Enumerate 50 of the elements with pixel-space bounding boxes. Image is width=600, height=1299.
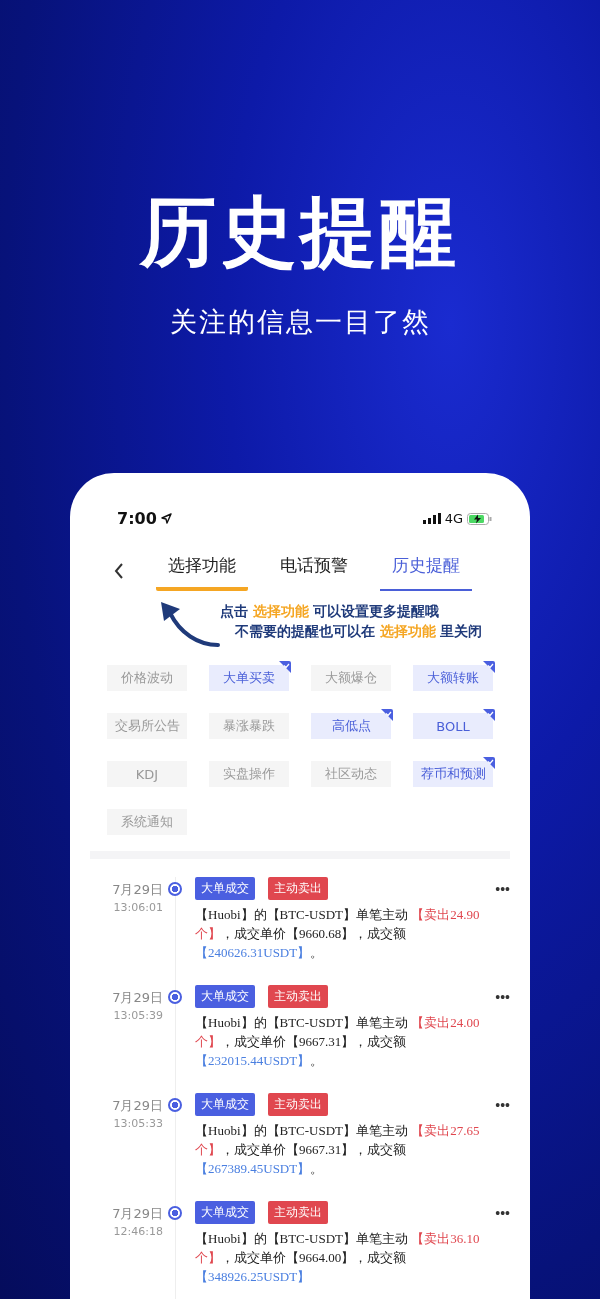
timeline-dot-icon bbox=[168, 1098, 182, 1112]
filter-chip[interactable]: 社区动态 bbox=[311, 761, 391, 787]
filter-chip[interactable]: 交易所公告 bbox=[107, 713, 187, 739]
alert-time: 12:46:18 bbox=[113, 1225, 163, 1238]
alert-time: 13:05:39 bbox=[113, 1009, 163, 1022]
alert-date: 7月29日 bbox=[112, 1205, 163, 1223]
tag: 大单成交 bbox=[195, 877, 255, 900]
hint-text: 点击 选择功能 可以设置更多提醒哦 bbox=[220, 602, 441, 621]
timeline-dot-icon bbox=[168, 990, 182, 1004]
more-button[interactable]: ••• bbox=[495, 1096, 510, 1113]
tag: 主动卖出 bbox=[268, 877, 328, 900]
more-button[interactable]: ••• bbox=[495, 988, 510, 1005]
tab[interactable]: 选择功能 bbox=[156, 550, 248, 591]
tag: 主动卖出 bbox=[268, 1093, 328, 1116]
filter-chip[interactable]: 实盘操作 bbox=[209, 761, 289, 787]
more-button[interactable]: ••• bbox=[495, 880, 510, 897]
timeline-dot-icon bbox=[168, 882, 182, 896]
tag: 主动卖出 bbox=[268, 1201, 328, 1224]
more-button[interactable]: ••• bbox=[495, 1204, 510, 1221]
tag: 主动卖出 bbox=[268, 985, 328, 1008]
timeline-dot-icon bbox=[168, 1206, 182, 1220]
filter-chip[interactable]: 大额爆仓 bbox=[311, 665, 391, 691]
alert-date: 7月29日 bbox=[112, 881, 163, 899]
alert-message: 【Huobi】的【BTC-USDT】单笔主动 【卖出24.90个】，成交单价【9660.68】，成交额 【240626.31USDT】。 bbox=[195, 906, 481, 962]
alert-time: 13:06:01 bbox=[113, 901, 163, 914]
alert-message: 【Huobi】的【BTC-USDT】单笔主动 【卖出27.65个】，成交单价【9667.31】，成交额 【267389.45USDT】。 bbox=[195, 1122, 481, 1178]
headline: 历史提醒 bbox=[140, 190, 460, 274]
network-label: 4G bbox=[444, 511, 463, 526]
battery-charging-icon bbox=[467, 512, 492, 525]
subtitle: 关注的信息一目了然 bbox=[169, 304, 431, 339]
tag: 大单成交 bbox=[195, 1201, 255, 1224]
tag: 大单成交 bbox=[195, 985, 255, 1008]
chevron-left-icon bbox=[114, 562, 124, 579]
filter-chip[interactable]: 系统通知 bbox=[107, 809, 187, 835]
filter-chip[interactable]: 价格波动 bbox=[107, 665, 187, 691]
tag: 大单成交 bbox=[195, 1093, 255, 1116]
alert-message: 【Huobi】的【BTC-USDT】单笔主动 【卖出24.00个】，成交单价【9667.31】，成交额 【232015.44USDT】。 bbox=[195, 1014, 481, 1070]
alert-date: 7月29日 bbox=[112, 989, 163, 1007]
status-time: 7:00 bbox=[117, 509, 157, 528]
filter-chip[interactable]: KDJ bbox=[107, 761, 187, 787]
tab[interactable]: 电话预警 bbox=[268, 550, 360, 591]
signal-icon bbox=[422, 513, 441, 524]
curved-arrow-icon bbox=[158, 599, 220, 649]
location-arrow-icon bbox=[160, 513, 172, 524]
alert-message: 【Huobi】的【BTC-USDT】单笔主动 【卖出36.10个】，成交单价【9664.00】，成交额 【348926.25USDT】 bbox=[195, 1230, 481, 1286]
alert-time: 13:05:33 bbox=[113, 1117, 163, 1130]
filter-chip[interactable]: 暴涨暴跌 bbox=[209, 713, 289, 739]
alert-date: 7月29日 bbox=[112, 1097, 163, 1115]
hint-text: 不需要的提醒也可以在 选择功能 里关闭 bbox=[235, 622, 483, 641]
tab[interactable]: 历史提醒 bbox=[380, 550, 472, 591]
